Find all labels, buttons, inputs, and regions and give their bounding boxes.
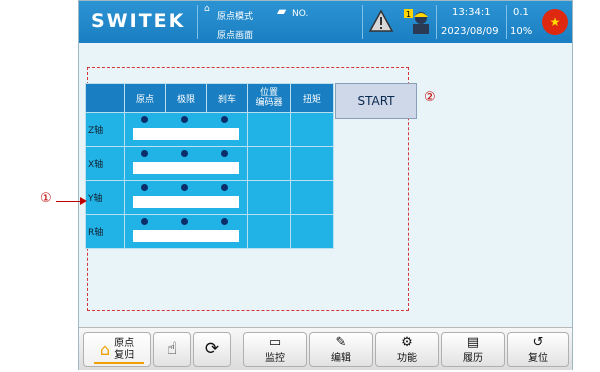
function-button[interactable]: ⚙ 功能 [375, 332, 439, 367]
origin-indicator [141, 184, 148, 191]
torque-cell [290, 146, 334, 181]
home-label-line2: 复归 [114, 349, 135, 361]
status-bar [133, 196, 239, 208]
edit-label: 编辑 [331, 352, 351, 364]
touch-button[interactable]: ☝ [153, 332, 191, 367]
limit-indicator [181, 116, 188, 123]
home-mode-icon: ⌂ [204, 4, 210, 14]
axis-label: R轴 [85, 214, 125, 249]
svg-text:1: 1 [406, 10, 411, 19]
table-header-corner [85, 83, 125, 113]
brake-indicator [221, 184, 228, 191]
monitor-icon: ▭ [268, 334, 282, 350]
origin-indicator [141, 116, 148, 123]
encoder-cell [247, 214, 291, 249]
col-encoder: 位置 编码器 [247, 83, 291, 113]
encoder-cell [247, 112, 291, 147]
col-origin: 原点 [124, 83, 166, 113]
active-indicator [94, 362, 144, 364]
edit-button[interactable]: ✎ 编辑 [309, 332, 373, 367]
program-no-label: NO. [292, 9, 309, 19]
edit-icon: ✎ [335, 334, 347, 350]
brake-indicator [221, 116, 228, 123]
reset-label: 复位 [528, 352, 548, 364]
axis-indicators [124, 180, 248, 215]
torque-cell [290, 214, 334, 249]
col-brake: 刹车 [206, 83, 248, 113]
status-bar [133, 162, 239, 174]
annotation-1: ① [40, 191, 52, 206]
hmi-screen: SWITEK ⌂ 原点模式 原点画面 ▰ NO. 1 13:34:1 2023/… [78, 0, 573, 370]
annotation-2: ② [424, 90, 436, 105]
limit-indicator [181, 218, 188, 225]
brake-indicator [221, 218, 228, 225]
annotation-arrow [56, 201, 80, 202]
separator [197, 5, 198, 39]
reset-icon: ↺ [532, 334, 544, 350]
time-display: 13:34:1 [452, 7, 491, 18]
reset-button[interactable]: ↺ 复位 [507, 332, 569, 367]
monitor-label: 监控 [265, 352, 285, 364]
torque-cell [290, 180, 334, 215]
operator-icon[interactable]: 1 [404, 9, 432, 35]
separator [362, 5, 363, 39]
top-bar: SWITEK ⌂ 原点模式 原点画面 ▰ NO. 1 13:34:1 2023/… [79, 1, 572, 43]
table-header-row: 原点 极限 刹车 位置 编码器 扭矩 [85, 83, 334, 113]
col-limit: 极限 [165, 83, 207, 113]
axis-indicators [124, 146, 248, 181]
home-label-line1: 原点 [114, 337, 135, 349]
torque-cell [290, 112, 334, 147]
home-return-label: 原点 复归 [114, 338, 134, 362]
gear-icon: ⚙ [401, 334, 413, 350]
axis-label: Y轴 [85, 180, 125, 215]
language-flag-icon[interactable]: ★ [542, 9, 568, 35]
limit-indicator [181, 184, 188, 191]
separator [506, 5, 507, 39]
bottom-nav-bar: ⌂ 原点 复归 ☝ ⟳ ▭ 监控 ✎ 编辑 ⚙ 功能 ▤ 履历 ↺ 复位 [79, 327, 572, 370]
home-icon: ⌂ [99, 340, 111, 359]
axis-status-table: 原点 极限 刹车 位置 编码器 扭矩 Z轴 X轴 Y轴 R轴 [85, 83, 334, 249]
brake-indicator [221, 150, 228, 157]
table-row: Y轴 [85, 180, 334, 215]
table-row: X轴 [85, 146, 334, 181]
status-bar [133, 128, 239, 140]
axis-label: Z轴 [85, 112, 125, 147]
separator [436, 5, 437, 39]
home-return-button[interactable]: ⌂ 原点 复归 [83, 332, 151, 367]
status-bar [133, 230, 239, 242]
encoder-cell [247, 180, 291, 215]
table-row: R轴 [85, 214, 334, 249]
cycle-button[interactable]: ⟳ [193, 332, 231, 367]
origin-indicator [141, 150, 148, 157]
function-label: 功能 [397, 352, 417, 364]
speed-display: 0.1 [513, 7, 529, 18]
table-row: Z轴 [85, 112, 334, 147]
switek-logo: SWITEK [91, 10, 186, 32]
folder-icon: ▰ [277, 4, 287, 18]
date-display: 2023/08/09 [441, 26, 499, 37]
axis-indicators [124, 112, 248, 147]
hand-touch-icon: ☝ [166, 339, 178, 359]
monitor-button[interactable]: ▭ 监控 [243, 332, 307, 367]
mode-label: 原点模式 [217, 12, 254, 22]
history-label: 履历 [463, 352, 483, 364]
encoder-cell [247, 146, 291, 181]
document-icon: ▤ [466, 334, 480, 350]
limit-indicator [181, 150, 188, 157]
axis-indicators [124, 214, 248, 249]
refresh-icon: ⟳ [204, 339, 220, 359]
warning-icon[interactable] [369, 10, 393, 32]
col-torque: 扭矩 [290, 83, 334, 113]
origin-indicator [141, 218, 148, 225]
screen-label: 原点画面 [217, 31, 254, 41]
history-button[interactable]: ▤ 履历 [441, 332, 505, 367]
annotation-arrow-head [80, 197, 87, 205]
start-button[interactable]: START [335, 83, 417, 119]
axis-label: X轴 [85, 146, 125, 181]
speed-percent: 10% [510, 26, 533, 37]
